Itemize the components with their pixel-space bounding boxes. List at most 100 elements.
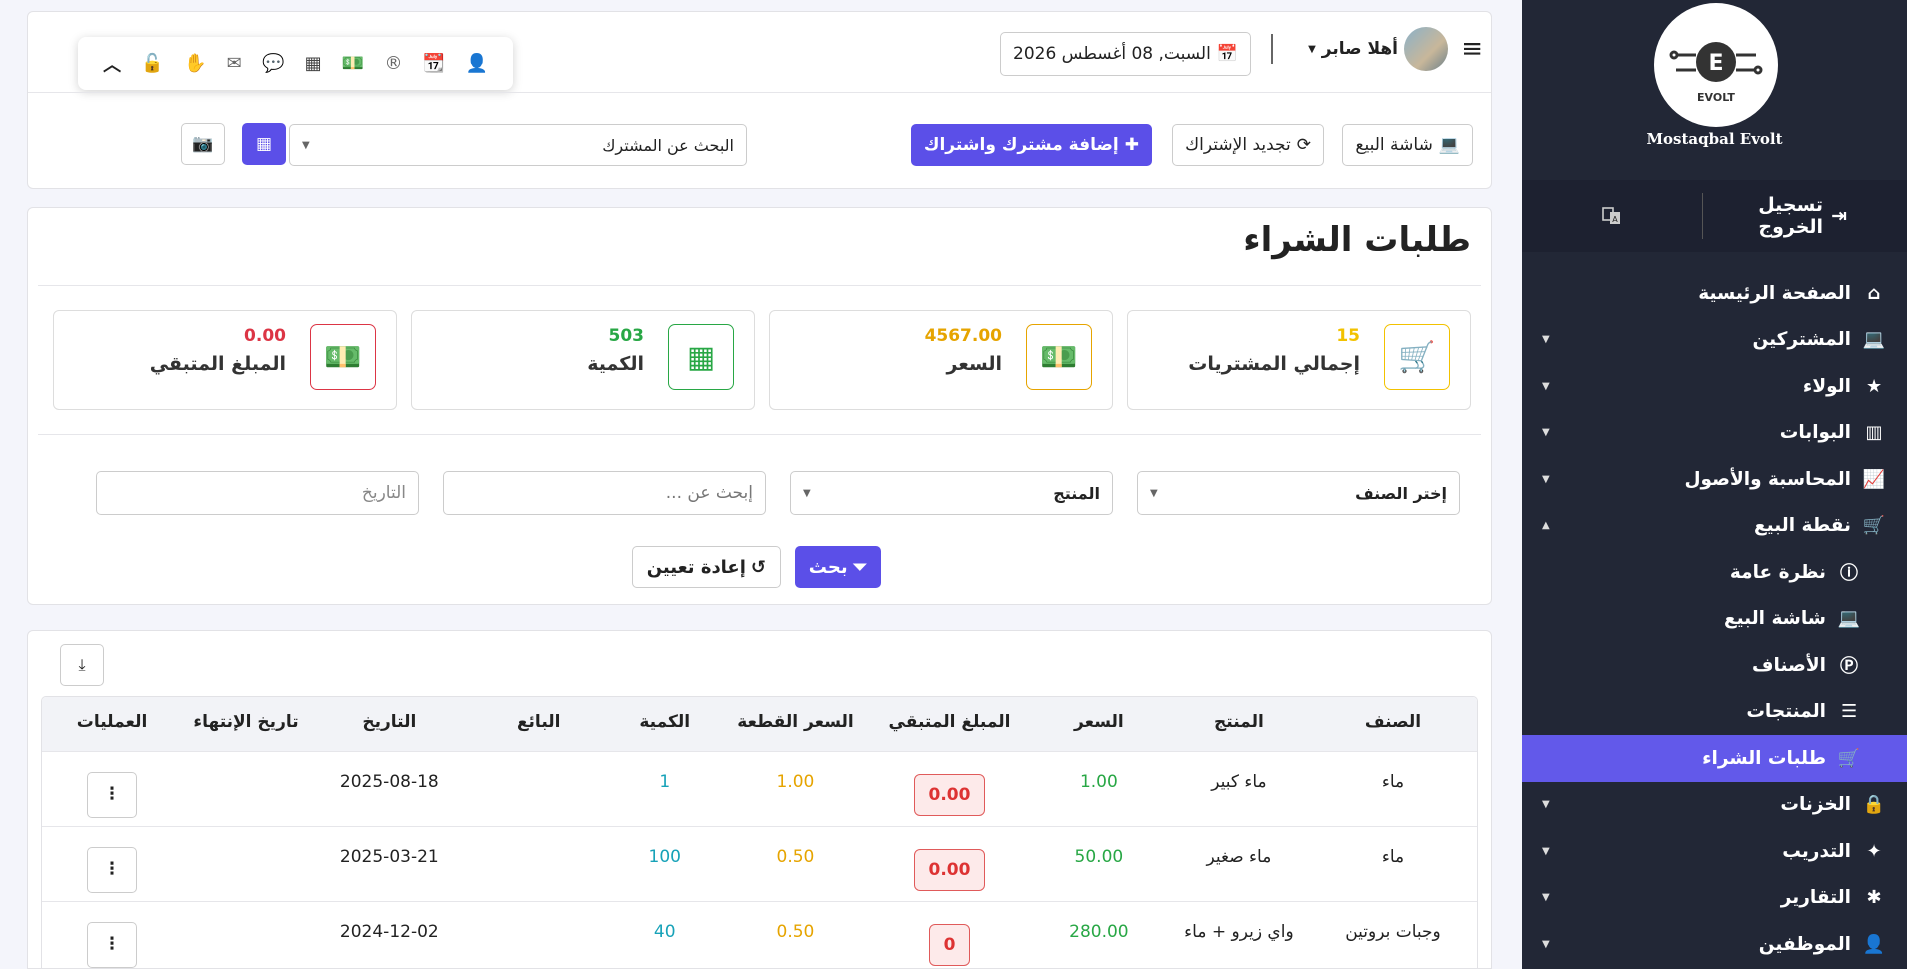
sidebar-item-13[interactable]: ✱ التقارير ▼ <box>1522 875 1907 922</box>
chevron-up-icon[interactable]: ︿ <box>103 51 121 77</box>
cell-remaining: 0.00 <box>870 847 1029 891</box>
col-header[interactable]: البائع <box>469 712 609 732</box>
renew-subscription-button[interactable]: ⟳ تجديد الإشتراك <box>1172 124 1324 166</box>
cell-unit_price: 0.50 <box>776 922 815 942</box>
sidebar-item-2[interactable]: ★ الولاء ▼ <box>1522 363 1907 410</box>
sidebar-item-3[interactable]: ▥ البوابات ▼ <box>1522 410 1907 457</box>
search-button[interactable]: ⏷ بحث <box>794 546 881 588</box>
sidebar-item-label: نقطة البيع <box>1754 515 1851 537</box>
logout-button[interactable]: ⇥ تسجيل الخروج <box>1702 193 1907 239</box>
stat-remaining: 💵 0.00 المبلغ المتبقي <box>53 310 397 410</box>
calendar-grid-icon[interactable]: 📆 <box>423 53 445 74</box>
date-display[interactable]: 📅 السبت, 08 أغسطس 2026 <box>1000 32 1251 76</box>
product-select[interactable]: المنتج ▼ <box>790 471 1113 515</box>
hand-wave-icon[interactable]: ✋ <box>184 53 206 74</box>
svg-text:A: A <box>1612 215 1618 224</box>
sidebar-item-label: نظرة عامة <box>1729 561 1826 583</box>
add-subscriber-button[interactable]: ✚ إضافة مشترك واشتراك <box>910 124 1152 166</box>
actions-menu-button[interactable]: ⋮ <box>87 922 138 968</box>
sidebar-nav: ⌂ الصفحة الرئيسية 💻 المشتركين ▼ ★ الولاء ▼ ▥ البو… <box>1522 270 1907 968</box>
logout-label: تسجيل الخروج <box>1758 194 1824 238</box>
sidebar-item-label: المشتركين <box>1752 329 1851 351</box>
download-button[interactable]: ⤓ <box>60 644 104 686</box>
cell-category: ماء <box>1381 772 1405 792</box>
user-plus-icon[interactable]: 👤 <box>465 53 487 74</box>
col-header[interactable]: السعر القطعة <box>721 712 870 732</box>
logo-area: E EVOLT Mostaqbal Evolt <box>1522 0 1907 178</box>
qrcode-icon: ▦ <box>255 134 273 154</box>
sidebar-item-5[interactable]: 🛒 نقطة البيع ▲ <box>1522 503 1907 550</box>
sidebar-item-14[interactable]: 👤 الموظفين ▼ <box>1522 921 1907 968</box>
sidebar-item-1[interactable]: 💻 المشتركين ▼ <box>1522 317 1907 364</box>
sidebar-item-label: شاشة البيع <box>1723 608 1826 630</box>
col-header[interactable]: التاريخ <box>310 712 469 732</box>
table-body: ماء ماء كبير 1.00 0.00 1.00 1 2025-08-18 ⋮ ماء ما… <box>42 752 1477 968</box>
caret-down-icon: ▼ <box>1542 938 1550 950</box>
cart-icon: 🛒 <box>1862 515 1886 537</box>
logout-bar: ⇥ تسجيل الخروج A <box>1522 180 1907 252</box>
home-icon: ⌂ <box>1867 282 1881 304</box>
qr-scan-button[interactable]: ▦ <box>242 123 286 165</box>
caret-down-icon: ▼ <box>1542 845 1550 857</box>
stat-value: 503 <box>608 326 645 346</box>
sidebar-item-6[interactable]: ⓘ نظرة عامة <box>1522 549 1907 596</box>
date-input[interactable]: التاريخ <box>96 471 419 515</box>
sidebar-item-label: البوابات <box>1779 422 1851 444</box>
caret-down-icon: ▼ <box>1542 380 1550 392</box>
money-icon: 💵 <box>1026 324 1092 390</box>
actions-menu-button[interactable]: ⋮ <box>87 847 138 893</box>
user-greeting: أهلا صابر <box>1321 39 1398 59</box>
lock-icon: 🔒 <box>1862 794 1886 816</box>
sidebar-item-9[interactable]: ☰ المنتجات <box>1522 689 1907 736</box>
search-input[interactable]: إبحث عن ... <box>443 471 766 515</box>
category-select[interactable]: إختر الصنف ▼ <box>1137 471 1460 515</box>
user-menu[interactable]: أهلا صابر ▼ <box>1308 27 1448 71</box>
language-icon[interactable]: A <box>1522 205 1702 227</box>
qrcode-icon[interactable]: ▦ <box>305 53 322 74</box>
caret-down-icon: ▼ <box>1542 799 1550 811</box>
cell-price: 1.00 <box>1079 772 1118 792</box>
sidebar: E EVOLT Mostaqbal Evolt ⇥ تسجيل الخروج A… <box>1522 0 1907 969</box>
info-icon: ⓘ <box>1840 563 1858 585</box>
col-header[interactable]: الكمية <box>609 712 721 732</box>
col-header[interactable]: المبلغ المتبقي <box>870 712 1029 732</box>
envelope-icon[interactable]: ✉ <box>227 53 242 74</box>
sidebar-item-8[interactable]: Ⓟ الأصناف <box>1522 642 1907 689</box>
cell-unit_price: 0.50 <box>776 847 815 867</box>
calculator-icon: ▦ <box>668 324 734 390</box>
reset-button[interactable]: ↺ إعادة تعيين <box>631 546 781 588</box>
stat-value: 0.00 <box>244 326 286 346</box>
hamburger-icon[interactable]: ≡ <box>1461 34 1483 64</box>
calendar-icon: 📅 <box>1216 44 1238 64</box>
col-header[interactable]: المنتج <box>1169 712 1309 732</box>
sidebar-item-7[interactable]: 💻 شاشة البيع <box>1522 596 1907 643</box>
list-icon: ☰ <box>1840 701 1858 723</box>
top-header-card: ≡ أهلا صابر ▼ 📅 السبت, 08 أغسطس 2026 ︿ 🔓… <box>27 11 1492 189</box>
brand-logo[interactable]: E EVOLT <box>1654 3 1778 127</box>
svg-text:E: E <box>1708 51 1723 76</box>
sidebar-item-11[interactable]: 🔒 الخزنات ▼ <box>1522 782 1907 829</box>
cell-unit_price: 1.00 <box>776 772 815 792</box>
comment-icon[interactable]: 💬 <box>262 53 284 74</box>
col-header[interactable]: السعر <box>1029 712 1169 732</box>
cell-date: 2025-08-18 <box>339 772 439 792</box>
actions-menu-button[interactable]: ⋮ <box>87 772 138 818</box>
cell-qty: 1 <box>659 772 671 792</box>
date-text: السبت, 08 أغسطس 2026 <box>1013 44 1211 64</box>
building-icon: ▥ <box>1865 422 1883 444</box>
stat-label: إجمالي المشتريات <box>1188 353 1360 375</box>
sidebar-item-4[interactable]: 📈 المحاسبة والأصول ▼ <box>1522 456 1907 503</box>
wand-icon: ✦ <box>1866 840 1882 862</box>
camera-button[interactable]: 📷 <box>181 123 225 165</box>
cart-plus-icon: 🛒 <box>1384 324 1450 390</box>
registered-icon[interactable]: ® <box>385 53 403 74</box>
sidebar-item-0[interactable]: ⌂ الصفحة الرئيسية <box>1522 270 1907 317</box>
unlock-icon[interactable]: 🔓 <box>141 53 163 74</box>
money-icon[interactable]: 💵 <box>342 53 364 74</box>
sidebar-item-10[interactable]: 🛒 طلبات الشراء <box>1522 735 1907 782</box>
col-header[interactable]: الصنف <box>1309 712 1477 732</box>
pos-screen-button[interactable]: 💻 شاشة البيع <box>1342 124 1473 166</box>
col-header[interactable]: تاريخ الإنتهاء <box>182 712 310 732</box>
subscriber-search-select[interactable]: البحث عن المشترك ▼ <box>289 124 747 166</box>
sidebar-item-12[interactable]: ✦ التدريب ▼ <box>1522 828 1907 875</box>
